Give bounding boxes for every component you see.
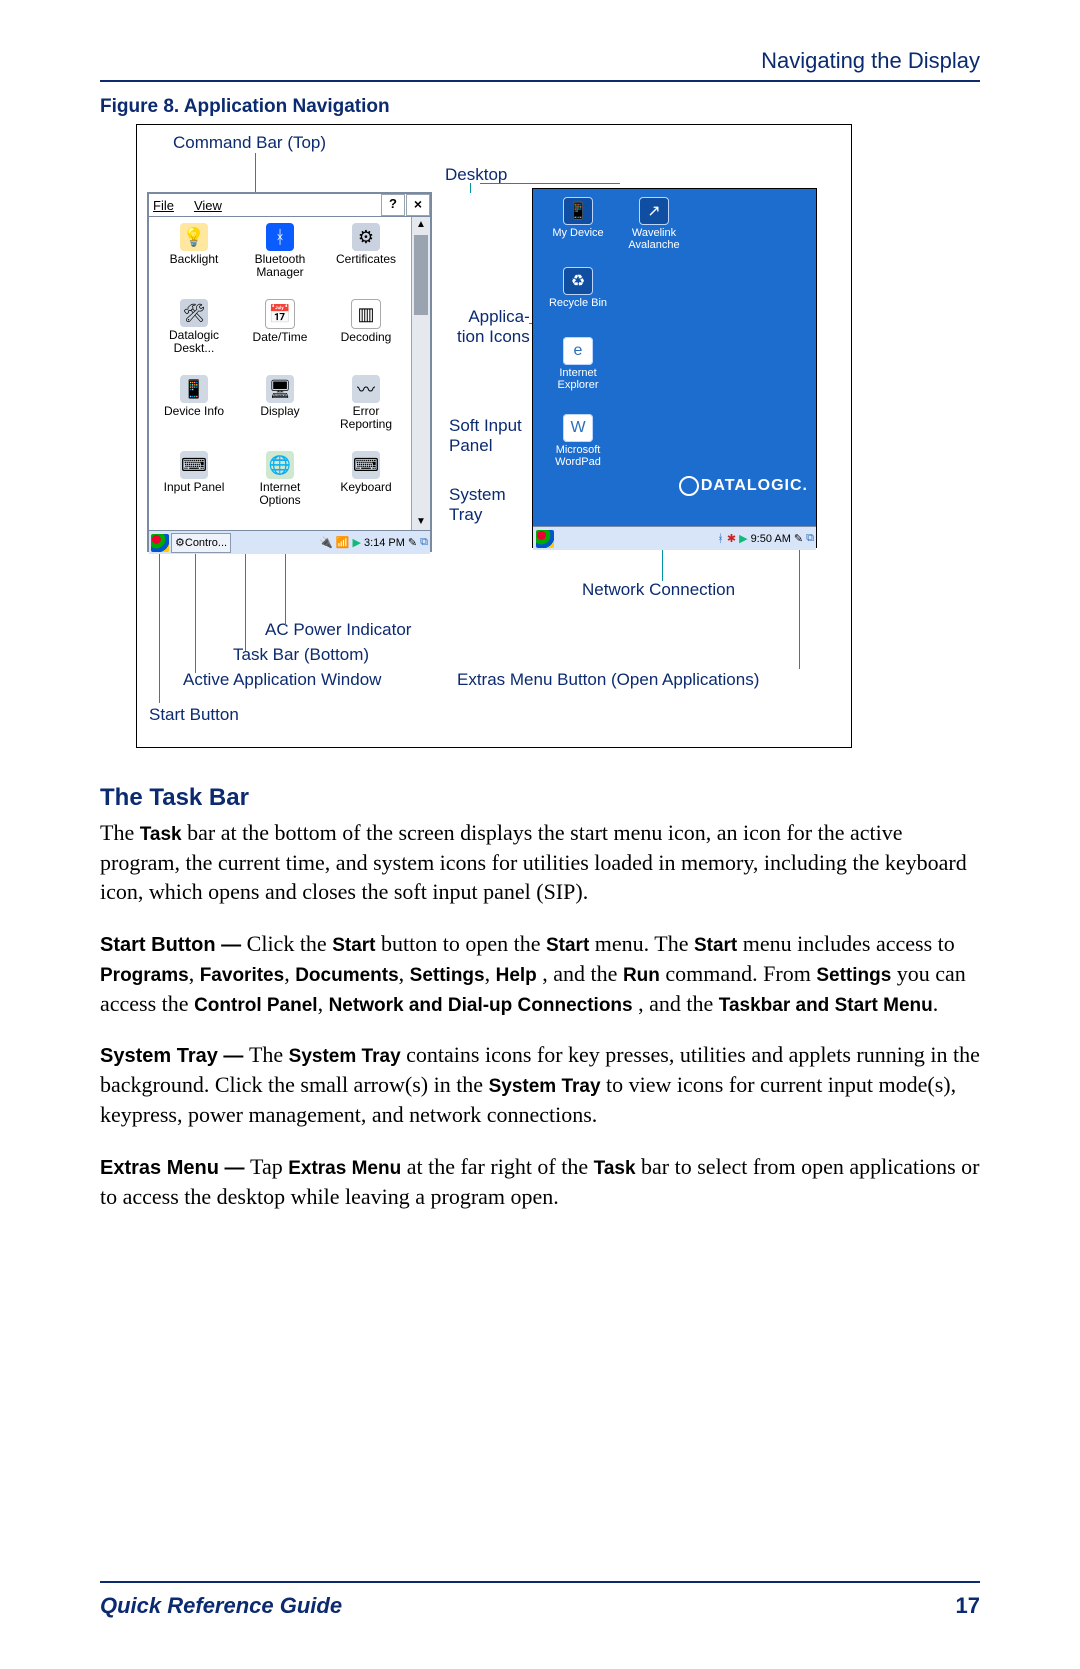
callout-system-tray: System Tray [449, 485, 506, 524]
sip-icon[interactable]: ✎ [794, 532, 803, 545]
task-bar-right: ᚼ ✱ ▶ 9:50 AM ✎ ⧉ [533, 526, 816, 550]
page-footer: Quick Reference Guide 17 [100, 1581, 980, 1619]
callout-network-conn: Network Connection [582, 580, 735, 600]
cp-device-info[interactable]: 📱Device Info [151, 371, 237, 447]
paragraph-system-tray: System Tray — The System Tray contains i… [100, 1040, 980, 1129]
callout-soft-input: Soft Input Panel [449, 416, 522, 455]
cp-datalogic-desktop[interactable]: 🛠Datalogic Deskt... [151, 295, 237, 371]
scrollbar[interactable]: ▲ ▼ [411, 217, 430, 530]
extras-menu-icon[interactable]: ⧉ [420, 536, 428, 549]
callout-start-button: Start Button [149, 705, 239, 725]
desk-recycle-bin[interactable]: ♻Recycle Bin [543, 267, 613, 309]
figure-8: Command Bar (Top) Desktop Applica- tion … [136, 124, 852, 748]
menu-view[interactable]: View [194, 198, 222, 213]
clock: 3:14 PM [364, 537, 405, 549]
signal-icon: 📶 [336, 536, 350, 549]
figure-caption: Figure 8. Application Navigation [100, 96, 980, 118]
scroll-down-icon[interactable]: ▼ [412, 514, 430, 530]
paragraph-intro: The Task bar at the bottom of the screen… [100, 818, 980, 907]
start-button[interactable] [151, 534, 169, 552]
control-panel-window: File View ? × 💡Backlight ᚼBluetooth Mana… [147, 192, 432, 552]
running-header: Navigating the Display [100, 48, 980, 74]
callout-active-app: Active Application Window [183, 670, 381, 690]
cp-bluetooth[interactable]: ᚼBluetooth Manager [237, 219, 323, 295]
cp-datetime[interactable]: 📅Date/Time [237, 295, 323, 371]
sip-icon[interactable]: ✎ [408, 536, 417, 549]
callout-desktop: Desktop [445, 165, 507, 185]
desk-ie[interactable]: eInternet Explorer [543, 337, 613, 391]
scroll-up-icon[interactable]: ▲ [412, 217, 430, 233]
network-icon: ✱ [727, 532, 736, 545]
task-bar-left: ⚙ Contro... 🔌 📶 ▶ 3:14 PM ✎ ⧉ [149, 530, 430, 554]
bt-icon: ᚼ [717, 533, 724, 545]
callout-task-bar: Task Bar (Bottom) [233, 645, 369, 665]
desk-wavelink[interactable]: ↗Wavelink Avalanche [619, 197, 689, 251]
clock: 9:50 AM [751, 533, 791, 545]
desk-my-device[interactable]: 📱My Device [543, 197, 613, 239]
desktop-window: 📱My Device ↗Wavelink Avalanche ♻Recycle … [532, 188, 817, 548]
cp-certificates[interactable]: ⚙Certificates [323, 219, 409, 295]
start-button[interactable] [536, 530, 554, 548]
tray-expand-icon[interactable]: ▶ [739, 532, 747, 545]
cp-internet-options[interactable]: 🌐Internet Options [237, 447, 323, 523]
cp-decoding[interactable]: ▥Decoding [323, 295, 409, 371]
paragraph-start-button: Start Button — Click the Start button to… [100, 929, 980, 1018]
cp-error-reporting[interactable]: 〰Error Reporting [323, 371, 409, 447]
control-panel-icon-grid: 💡Backlight ᚼBluetooth Manager ⚙Certifica… [149, 217, 411, 530]
footer-guide-title: Quick Reference Guide [100, 1593, 342, 1619]
ac-power-icon: 🔌 [319, 536, 333, 549]
command-bar: File View ? × [149, 194, 430, 217]
gear-icon: ⚙ [175, 536, 185, 549]
help-icon[interactable]: ? [381, 194, 405, 216]
close-icon[interactable]: × [406, 194, 430, 216]
callout-command-bar: Command Bar (Top) [173, 133, 326, 153]
section-heading-task-bar: The Task Bar [100, 784, 980, 812]
extras-menu-icon[interactable]: ⧉ [806, 532, 814, 545]
callout-ac-power: AC Power Indicator [265, 620, 411, 640]
cp-display[interactable]: 🖥Display [237, 371, 323, 447]
cp-keyboard[interactable]: ⌨Keyboard [323, 447, 409, 523]
paragraph-extras-menu: Extras Menu — Tap Extras Menu at the far… [100, 1152, 980, 1212]
footer-page-number: 17 [956, 1593, 980, 1619]
callout-app-icons: Applica- tion Icons [457, 307, 530, 346]
callout-extras-menu: Extras Menu Button (Open Applications) [457, 670, 759, 690]
header-rule [100, 80, 980, 82]
tray-expand-icon[interactable]: ▶ [352, 536, 360, 549]
scroll-thumb[interactable] [414, 235, 428, 315]
cp-backlight[interactable]: 💡Backlight [151, 219, 237, 295]
datalogic-logo: DATALOGIC. [679, 476, 808, 496]
active-app-button[interactable]: ⚙ Contro... [171, 533, 231, 553]
desk-wordpad[interactable]: WMicrosoft WordPad [543, 414, 613, 468]
menu-file[interactable]: File [153, 198, 174, 213]
cp-input-panel[interactable]: ⌨Input Panel [151, 447, 237, 523]
